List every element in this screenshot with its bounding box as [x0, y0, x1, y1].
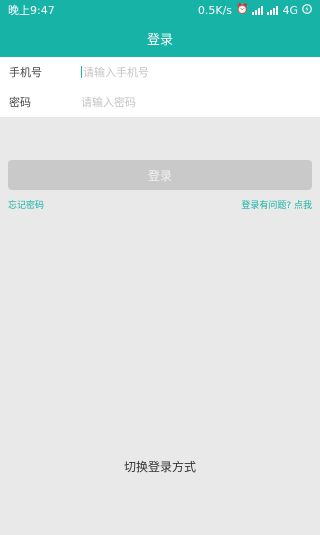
page-title: 登录: [146, 33, 173, 48]
switch-login-method[interactable]: 切换登录方式: [0, 458, 320, 475]
password-input[interactable]: [81, 95, 301, 109]
phone-row: 手机号: [0, 57, 320, 87]
status-time: 晚上9:47: [8, 4, 55, 17]
status-bar: 晚上9:47 0.5K/s ⏰ 4G: [0, 0, 320, 20]
forgot-password-link[interactable]: 忘记密码: [8, 198, 44, 211]
password-row: 密码: [0, 87, 320, 117]
phone-label: 手机号: [9, 66, 42, 79]
charging-icon: [302, 3, 312, 17]
network-speed: 0.5K/s: [197, 3, 233, 17]
login-screen: 晚上9:47 0.5K/s ⏰ 4G 登录 手机号 请输入手机号 密码 登录 忘…: [0, 0, 320, 535]
login-form: 手机号 密码: [0, 57, 320, 117]
password-label: 密码: [9, 96, 31, 109]
status-indicators: 0.5K/s ⏰ 4G: [198, 4, 312, 17]
phone-input[interactable]: [83, 65, 303, 79]
header: 登录: [0, 20, 320, 57]
network-type: 4G: [282, 3, 298, 17]
text-cursor: [81, 66, 82, 78]
signal-icon-2: [267, 5, 279, 15]
signal-icon: [252, 5, 264, 15]
login-help-link[interactable]: 登录有问题? 点我: [241, 198, 312, 211]
login-button[interactable]: 登录: [8, 160, 312, 190]
alarm-icon: ⏰: [236, 4, 249, 15]
